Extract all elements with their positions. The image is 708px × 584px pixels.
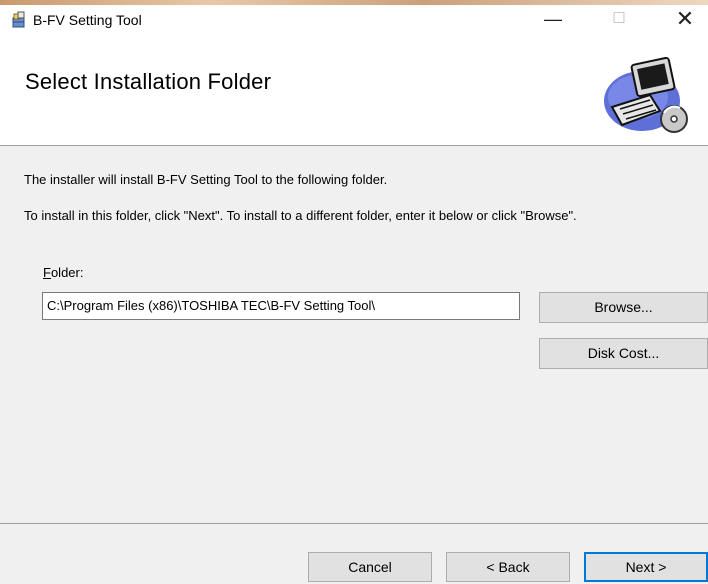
back-button[interactable]: < Back: [446, 552, 570, 582]
folder-label-text: older:: [50, 265, 84, 280]
window-title: B-FV Setting Tool: [33, 12, 142, 28]
page-title: Select Installation Folder: [25, 69, 272, 94]
content-panel: The installer will install B-FV Setting …: [0, 146, 708, 524]
cancel-button[interactable]: Cancel: [308, 552, 432, 582]
close-button[interactable]: ✕: [662, 5, 708, 33]
footer-bar: Cancel < Back Next >: [0, 524, 708, 584]
folder-label-mnemonic: F: [43, 265, 51, 280]
maximize-button[interactable]: ☐: [596, 5, 642, 33]
header-banner: Select Installation Folder: [0, 33, 708, 145]
installer-box-icon: [12, 11, 25, 28]
minimize-button[interactable]: —: [530, 5, 576, 33]
computer-setup-icon: [604, 56, 688, 133]
intro-text: The installer will install B-FV Setting …: [24, 172, 388, 187]
disk-cost-button[interactable]: Disk Cost...: [539, 338, 708, 369]
title-bar[interactable]: B-FV Setting Tool — ☐ ✕: [0, 5, 708, 33]
instruction-text: To install in this folder, click "Next".…: [24, 208, 577, 223]
next-button[interactable]: Next >: [584, 552, 708, 582]
folder-path-input[interactable]: C:\Program Files (x86)\TOSHIBA TEC\B-FV …: [42, 292, 520, 320]
browse-button[interactable]: Browse...: [539, 292, 708, 323]
folder-label: Folder:: [43, 265, 83, 280]
